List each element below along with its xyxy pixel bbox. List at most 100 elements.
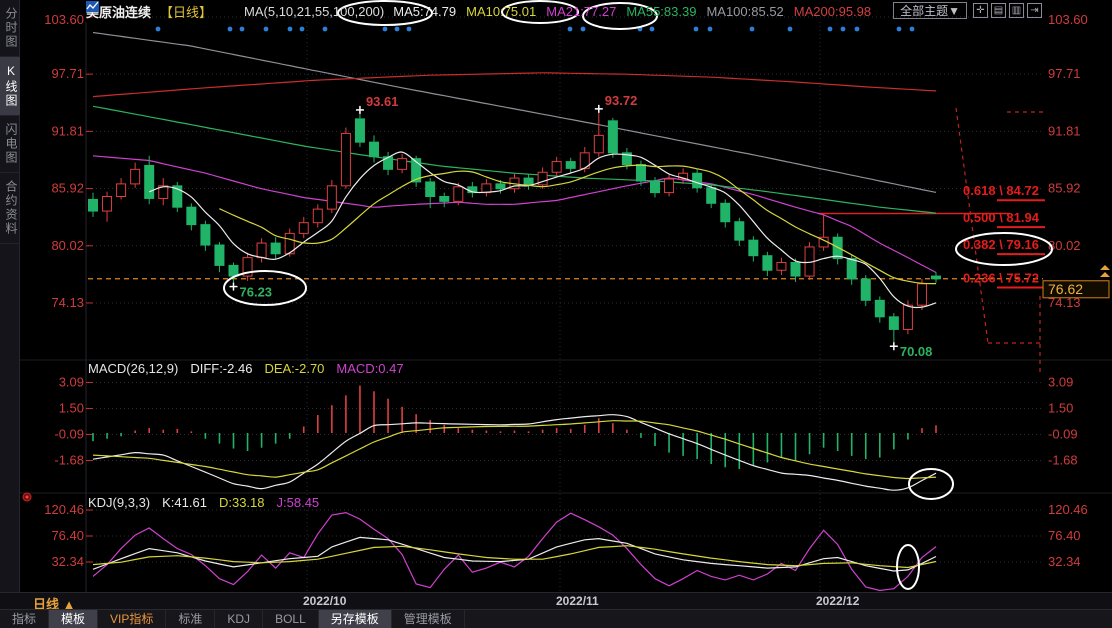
chart-background xyxy=(0,0,1112,628)
axis-label: 91.81 xyxy=(51,123,84,138)
candle xyxy=(875,300,884,316)
date-axis-row: 日线 ▲ 2022/102022/112022/12 xyxy=(0,592,1112,609)
collapse-panel-icon[interactable]: ⇥ xyxy=(1027,3,1042,18)
candle xyxy=(917,284,926,305)
ma-value-label: MA200:95.98 xyxy=(794,4,871,19)
tab-BOLL[interactable]: BOLL xyxy=(263,610,319,628)
indicator-value-label: MACD:0.47 xyxy=(336,361,403,376)
axis-label: 120.46 xyxy=(1048,502,1088,517)
event-dot xyxy=(407,27,412,32)
candle xyxy=(131,169,140,184)
axis-label: 120.46 xyxy=(44,502,84,517)
indicator-value-label: K:41.61 xyxy=(162,495,207,510)
chart-canvas[interactable]: 103.60103.6097.7197.7191.8191.8185.9285.… xyxy=(0,0,1112,628)
axis-label: 80.02 xyxy=(1048,238,1081,253)
candle xyxy=(861,279,870,300)
tab-标准[interactable]: 标准 xyxy=(166,610,215,628)
event-dot xyxy=(568,27,573,32)
candle xyxy=(777,262,786,270)
sidebar-item-闪电图[interactable]: 闪电图 xyxy=(0,116,20,173)
axis-label: 1.50 xyxy=(1048,400,1073,415)
sidebar-item-合约资料[interactable]: 合约资料 xyxy=(0,173,20,244)
candle xyxy=(201,225,210,245)
price-point-label: 93.72 xyxy=(605,93,638,108)
kdj-title: KDJ(9,3,3) xyxy=(88,495,150,510)
crosshair-icon[interactable]: ✛ xyxy=(973,3,988,18)
axis-label: 85.92 xyxy=(1048,181,1081,196)
sidebar-item-K线图[interactable]: K线图 xyxy=(0,57,20,116)
event-dot xyxy=(708,27,713,32)
candle xyxy=(145,165,154,198)
axis-label: -0.09 xyxy=(54,426,84,441)
sidebar-item-分时图[interactable]: 分时图 xyxy=(0,0,20,57)
price-point-label: 70.08 xyxy=(900,344,933,359)
event-dot xyxy=(750,27,755,32)
tab-另存模板[interactable]: 另存模板 xyxy=(319,610,392,628)
axis-label: 76.40 xyxy=(51,528,84,543)
event-dot xyxy=(323,27,328,32)
tab-模板[interactable]: 模板 xyxy=(49,610,98,628)
candle xyxy=(608,121,617,153)
left-sidebar: 分时图K线图闪电图合约资料 xyxy=(0,0,20,592)
candle xyxy=(763,256,772,271)
macd-header: MACD(26,12,9) DIFF:-2.46DEA:-2.70MACD:0.… xyxy=(88,361,404,376)
candle xyxy=(496,184,505,189)
date-label: 2022/12 xyxy=(816,594,859,608)
pane-layout-icon[interactable]: ▥ xyxy=(1009,3,1024,18)
event-dot xyxy=(383,27,388,32)
candle xyxy=(721,203,730,221)
candle xyxy=(257,243,266,258)
axis-label: -1.68 xyxy=(1048,452,1078,467)
candle xyxy=(693,173,702,188)
axis-label: 103.60 xyxy=(44,12,84,27)
event-dot xyxy=(300,27,305,32)
candle xyxy=(187,207,196,224)
candle xyxy=(271,243,280,254)
axis-label: 3.09 xyxy=(59,374,84,389)
indicator-value-label: DIFF:-2.46 xyxy=(190,361,252,376)
macd-title: MACD(26,12,9) xyxy=(88,361,178,376)
price-point-label: 93.61 xyxy=(366,94,399,109)
candle xyxy=(229,265,238,276)
candle xyxy=(651,181,660,193)
candle xyxy=(103,197,112,212)
candle xyxy=(707,188,716,204)
tab-KDJ[interactable]: KDJ xyxy=(215,610,263,628)
candle xyxy=(791,262,800,276)
scale-axis-icon[interactable]: ▤ xyxy=(991,3,1006,18)
candle xyxy=(594,135,603,152)
alert-dot-icon xyxy=(26,496,29,499)
candle xyxy=(117,184,126,197)
theme-dropdown-button[interactable]: 全部主题▼ xyxy=(893,2,967,19)
candle xyxy=(313,209,322,223)
candle xyxy=(454,187,463,202)
chart-legend-bar: 美原油连续 【日线】 MA(5,10,21,55,100,200) MA5:74… xyxy=(86,0,871,22)
ma-value-label: MA10:75.01 xyxy=(466,4,536,19)
candle xyxy=(482,184,491,193)
axis-label: 91.81 xyxy=(1048,123,1081,138)
event-dot xyxy=(581,27,586,32)
axis-label: 32.34 xyxy=(51,554,84,569)
candle xyxy=(932,276,941,279)
axis-label: 97.71 xyxy=(51,66,84,81)
candle xyxy=(426,182,435,197)
axis-label: 76.40 xyxy=(1048,528,1081,543)
event-dot xyxy=(264,27,269,32)
tab-VIP指标[interactable]: VIP指标 xyxy=(98,610,166,628)
event-dot xyxy=(395,27,400,32)
last-price-value: 76.62 xyxy=(1048,281,1083,297)
axis-label: 1.50 xyxy=(59,400,84,415)
indicator-value-label: J:58.45 xyxy=(277,495,320,510)
event-dot xyxy=(694,27,699,32)
bottom-tab-bar: 指标模板VIP指标标准KDJBOLL另存模板管理模板 xyxy=(0,609,1112,628)
event-dot xyxy=(156,27,161,32)
ma-value-label: MA5:74.79 xyxy=(393,4,456,19)
axis-label: 103.60 xyxy=(1048,12,1088,27)
date-label: 2022/10 xyxy=(303,594,346,608)
candle xyxy=(89,199,98,211)
tab-指标[interactable]: 指标 xyxy=(0,610,49,628)
fib-level-label: 0.382 \ 79.16 xyxy=(963,237,1039,252)
fib-level-label: 0.236 \ 75.72 xyxy=(963,271,1039,286)
ma-values: MA5:74.79MA10:75.01MA21:77.27MA55:83.39M… xyxy=(393,4,871,19)
tab-管理模板[interactable]: 管理模板 xyxy=(392,610,465,628)
